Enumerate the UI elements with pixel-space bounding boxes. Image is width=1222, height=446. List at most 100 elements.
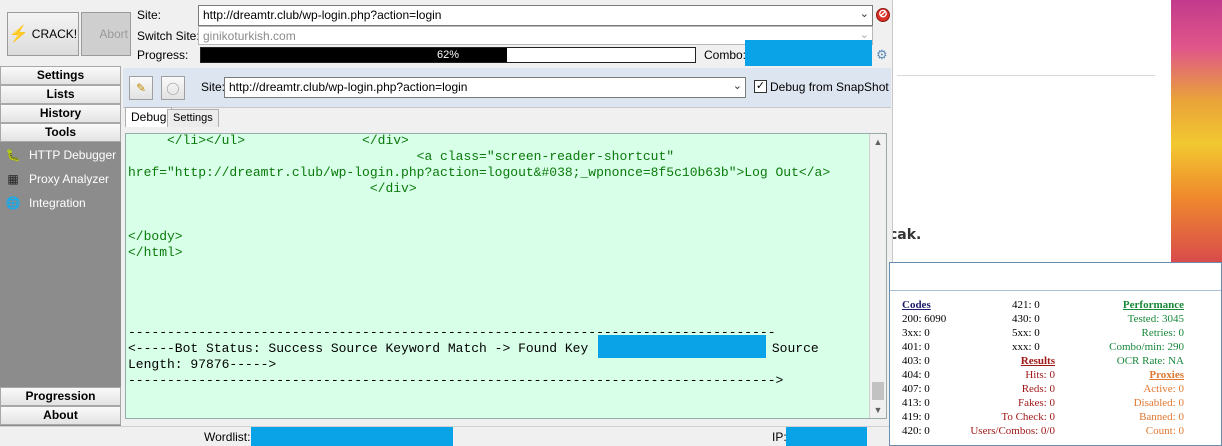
debug-line: ​ (128, 261, 868, 277)
progress-text: 62% (436, 49, 460, 61)
debug-line: </div> (128, 181, 417, 196)
performance-stat: Retries: 0 (1141, 327, 1184, 339)
code-stat: 421: 0 (1012, 299, 1040, 311)
scroll-thumb[interactable] (872, 382, 884, 400)
debug-line: ----------------------------------------… (128, 373, 784, 388)
debugger-icon: 🐛 (5, 148, 21, 162)
result-stat: Hits: 0 (1025, 369, 1055, 381)
status-bar: Wordlist: IP: (0, 426, 893, 446)
debug-panel: ✎ ◯ Site: http://dreamtr.club/wp-login.p… (123, 68, 891, 424)
switch-site-value: ginikoturkish.com (203, 29, 296, 43)
results-column: Results Hits: 0 Reds: 0 Fakes: 0 To Chec… (956, 354, 1055, 438)
sidebar-item-label: Proxy Analyzer (29, 172, 110, 186)
debug-site-label: Site: (201, 80, 226, 94)
snapshot-checkbox[interactable]: ✓ (754, 80, 767, 93)
debug-line: ​ (128, 309, 868, 325)
debug-line: ​ (128, 197, 868, 213)
gear-icon[interactable]: ⚙ (876, 48, 890, 62)
tab-settings[interactable]: Settings (167, 109, 219, 127)
nav-lists[interactable]: Lists (0, 85, 121, 104)
site-value: http://dreamtr.club/wp-login.php?action=… (203, 8, 442, 22)
scroll-down-icon[interactable]: ▼ (870, 402, 886, 418)
performance-header: Performance (1122, 299, 1184, 311)
codes-header: Codes (902, 299, 931, 311)
performance-stat: OCR Rate: NA (1116, 355, 1184, 367)
performance-stat: Tested: 3045 (1127, 313, 1184, 325)
nav-tools[interactable]: Tools (0, 123, 121, 142)
nav-settings[interactable]: Settings (0, 66, 121, 85)
site-select[interactable]: http://dreamtr.club/wp-login.php?action=… (198, 5, 873, 26)
code-stat: 430: 0 (1012, 313, 1040, 325)
code-stat: 401: 0 (902, 341, 930, 353)
snapshot-label: Debug from SnapShot (770, 80, 889, 94)
debug-line: ​ (128, 293, 868, 309)
proxy-stat: Active: 0 (1143, 383, 1184, 395)
proxy-stat: Disabled: 0 (1133, 397, 1184, 409)
debug-site-value: http://dreamtr.club/wp-login.php?action=… (229, 80, 468, 94)
sidebar-item-http-debugger[interactable]: 🐛 HTTP Debugger (5, 144, 119, 166)
debug-line: </html> (128, 245, 183, 260)
stop-icon[interactable]: ⊘ (876, 8, 890, 22)
redacted-key (598, 335, 766, 358)
wordlist-label: Wordlist: (204, 430, 251, 444)
code-stat: xxx: 0 (1012, 341, 1040, 353)
debug-site-select[interactable]: http://dreamtr.club/wp-login.php?action=… (224, 77, 746, 98)
debug-line: </body> (128, 229, 183, 244)
crack-label: CRACK! (31, 27, 78, 41)
switch-site-label: Switch Site: (137, 29, 200, 43)
pencil-icon[interactable]: ✎ (129, 76, 153, 100)
debug-toolbar: ✎ ◯ Site: http://dreamtr.club/wp-login.p… (123, 68, 891, 108)
debug-line: <a class="screen-reader-shortcut" (128, 149, 675, 164)
result-stat: Users/Combos: 0/0 (970, 425, 1055, 437)
combo-label: Combo: (704, 48, 747, 62)
sidebar-item-label: HTTP Debugger (29, 148, 117, 162)
lightning-icon: ⚡ (8, 26, 29, 43)
app-window: ⚡ CRACK! Abort Site: http://dreamtr.club… (0, 0, 893, 446)
result-stat: Fakes: 0 (1018, 397, 1055, 409)
progress-bar: 62% (200, 47, 696, 63)
ip-label: IP: (772, 430, 787, 444)
debug-output[interactable]: </li></ul> </div> <a class="screen-reade… (125, 133, 887, 419)
sidebar-item-label: Integration (29, 196, 86, 210)
stats-header (890, 263, 1221, 291)
tab-debug[interactable]: Debug (125, 107, 173, 127)
nav-about[interactable]: About (0, 406, 121, 425)
redacted-wordlist (251, 427, 453, 446)
divider (897, 75, 1155, 76)
results-header: Results (1020, 355, 1055, 367)
result-stat: Reds: 0 (1021, 383, 1055, 395)
vertical-scrollbar[interactable]: ▲ ▼ (869, 134, 886, 418)
nav-history[interactable]: History (0, 104, 121, 123)
performance-column: Performance Tested: 3045 Retries: 0 Comb… (1080, 298, 1184, 438)
site-label: Site: (137, 8, 162, 22)
crack-button[interactable]: ⚡ CRACK! (7, 12, 79, 56)
performance-stat: Combo/min: 290 (1109, 341, 1184, 353)
nav-progression[interactable]: Progression (0, 387, 121, 406)
debug-line: </li></ul> </div> (128, 133, 409, 148)
debug-line: ​ (128, 213, 868, 229)
sidebar-item-integration[interactable]: 🌐 Integration (5, 192, 119, 214)
proxy-analyzer-icon: ▦ (7, 172, 19, 186)
sidebar-item-proxy-analyzer[interactable]: ▦ Proxy Analyzer (5, 168, 119, 190)
background-image (1171, 0, 1222, 262)
proxy-stat: Banned: 0 (1139, 411, 1184, 423)
abort-button[interactable]: Abort (81, 12, 131, 56)
refresh-icon[interactable]: ◯ (161, 76, 185, 100)
proxy-stat: Count: 0 (1145, 425, 1184, 437)
bot-status-text: <-----Bot Status: Success Source Keyword… (128, 341, 589, 356)
debug-line: ​ (128, 277, 868, 293)
debug-line: href="http://dreamtr.club/wp-login.php?a… (128, 165, 831, 180)
sidebar: Settings Lists History Tools 🐛 HTTP Debu… (0, 66, 121, 426)
scroll-up-icon[interactable]: ▲ (870, 134, 886, 150)
result-stat: To Check: 0 (1001, 411, 1055, 423)
chevron-down-icon[interactable]: ⌄ (860, 7, 869, 20)
proxies-header: Proxies (1149, 369, 1184, 381)
bot-status-length: Length: 97876-----> (128, 357, 277, 372)
globe-icon: 🌐 (5, 196, 21, 210)
redacted-ip (786, 427, 867, 446)
background-text: cak. (893, 227, 922, 243)
codes-column-2: 421: 0 430: 0 5xx: 0 xxx: 0 (1012, 298, 1064, 354)
code-stat: 5xx: 0 (1012, 327, 1040, 339)
stats-panel: Codes 200: 6090 3xx: 0 401: 0 403: 0 404… (889, 262, 1222, 446)
chevron-down-icon[interactable]: ⌄ (733, 79, 742, 92)
